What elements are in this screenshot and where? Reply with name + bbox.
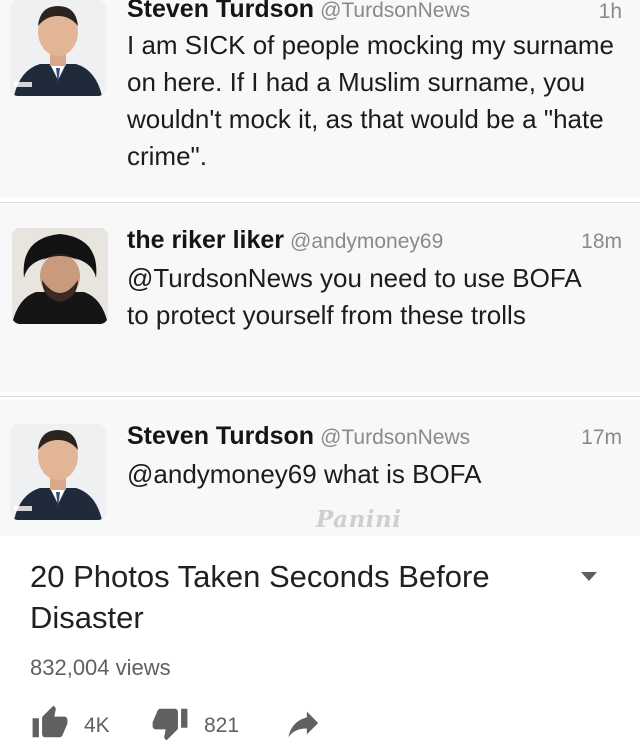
tweet-1: Steven Turdson @TurdsonNews 1h I am SICK …: [0, 0, 640, 198]
author-handle[interactable]: @TurdsonNews: [320, 426, 470, 449]
tweet-time: 1h: [598, 0, 622, 23]
author-name[interactable]: Steven Turdson: [127, 422, 314, 450]
divider: [0, 396, 640, 397]
tweet-header: Steven Turdson @TurdsonNews: [127, 422, 470, 451]
dislike-button[interactable]: 821: [150, 704, 260, 744]
chevron-down-icon[interactable]: [581, 572, 597, 581]
dislike-count: 821: [204, 714, 240, 737]
author-name[interactable]: Steven Turdson: [127, 0, 314, 23]
avatar[interactable]: [10, 0, 106, 96]
thumbs-up-icon: [32, 705, 68, 738]
video-title: 20 Photos Taken Seconds Before Disaster: [30, 559, 490, 635]
share-button[interactable]: [286, 704, 326, 744]
tweet-header: Steven Turdson @TurdsonNews: [127, 0, 470, 24]
tweet-text: I am SICK of people mocking my surname o…: [127, 30, 614, 171]
author-handle[interactable]: @andymoney69: [290, 230, 443, 253]
thumbs-down-icon: [152, 708, 188, 741]
tweet-2: the riker liker @andymoney69 18m @Turdson…: [0, 204, 640, 392]
divider: [0, 202, 640, 203]
author-name[interactable]: the riker liker: [127, 226, 284, 254]
tweet-text: @andymoney69 what is BOFA: [127, 459, 482, 489]
like-button[interactable]: 4K: [30, 704, 130, 744]
avatar[interactable]: [10, 424, 106, 520]
author-handle[interactable]: @TurdsonNews: [320, 0, 470, 22]
tweet-text: @TurdsonNews you need to use BOFA to pro…: [127, 263, 581, 330]
view-count: 832,004 views: [30, 655, 171, 680]
tweet-time: 17m: [581, 426, 622, 449]
watermark: Panini: [316, 506, 402, 533]
avatar[interactable]: [12, 228, 108, 324]
like-count: 4K: [84, 714, 110, 737]
tweet-header: the riker liker @andymoney69: [127, 226, 443, 255]
share-icon: [288, 711, 319, 738]
tweet-time: 18m: [581, 230, 622, 253]
